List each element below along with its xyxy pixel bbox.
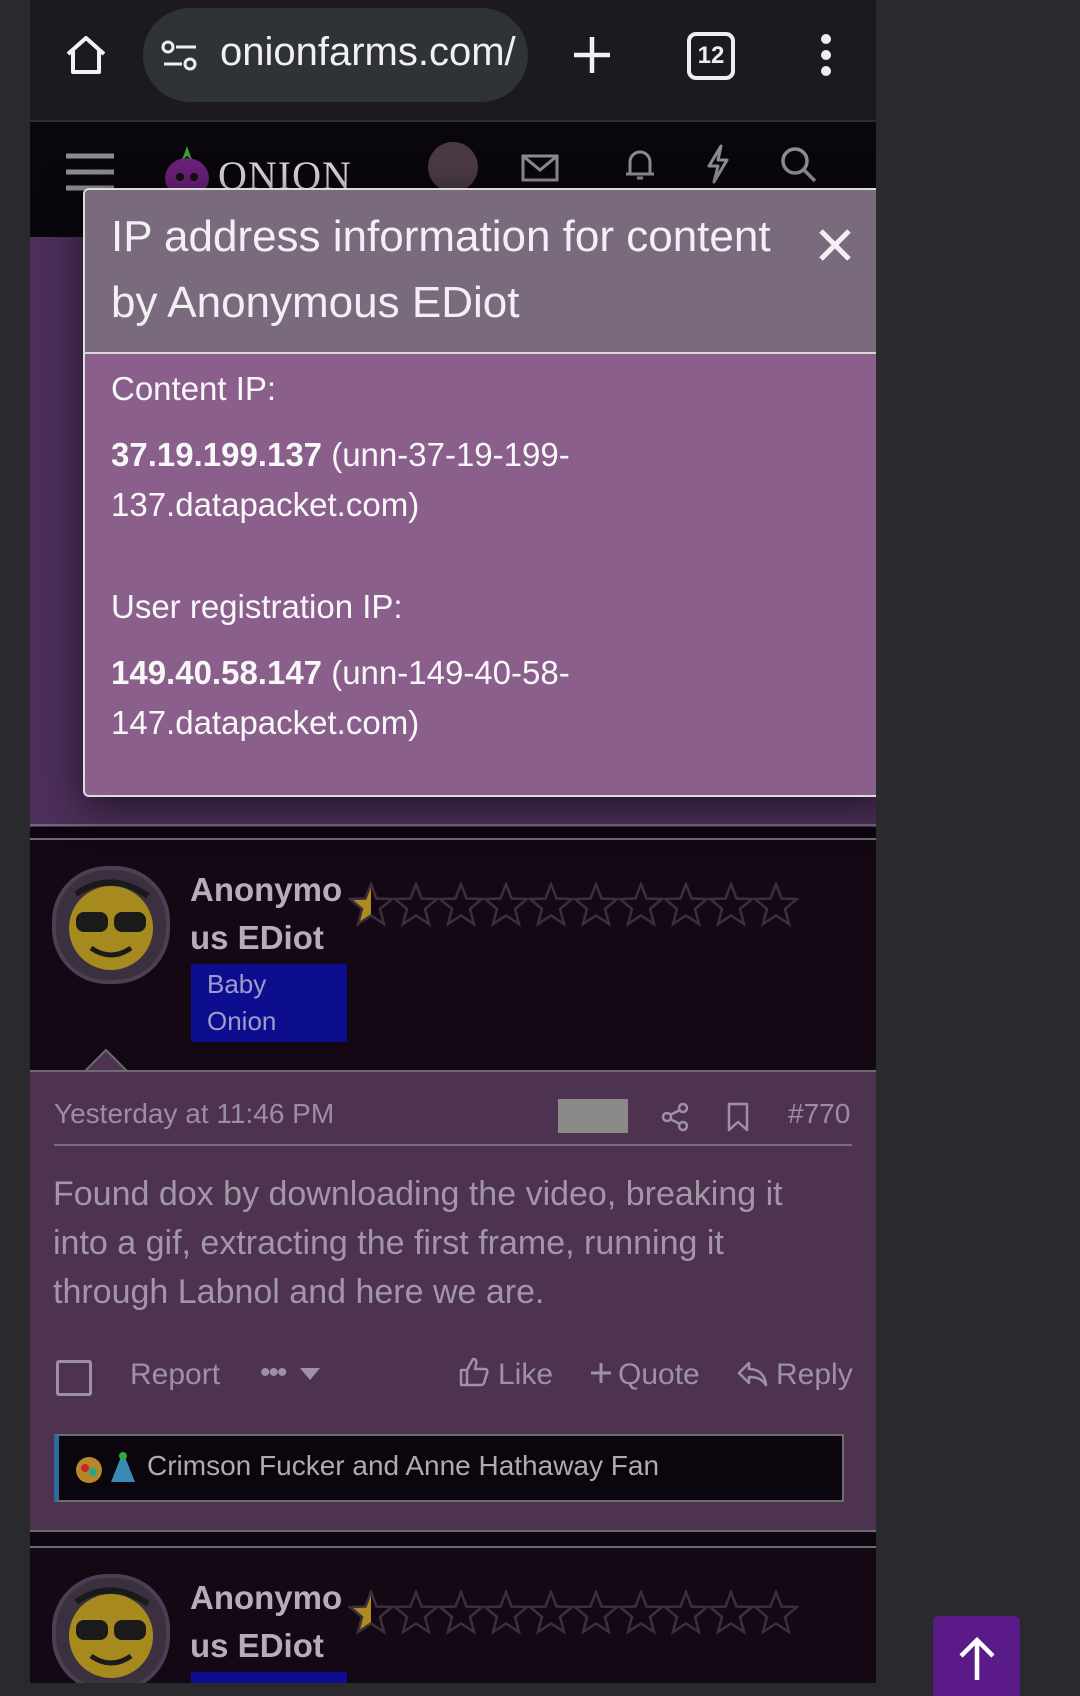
star-icon <box>483 1590 529 1635</box>
divider <box>30 1530 876 1532</box>
bookmark-icon[interactable] <box>724 1100 752 1134</box>
post-number[interactable]: #770 <box>788 1098 850 1130</box>
star-icon <box>753 1590 799 1635</box>
star-icon <box>438 1590 484 1635</box>
reply-button[interactable]: Reply <box>776 1358 853 1392</box>
registration-ip: 149.40.58.147 <box>111 654 323 691</box>
registration-ip-label: User registration IP: <box>111 588 403 625</box>
quote-button[interactable]: Quote <box>618 1358 700 1392</box>
star-icon <box>573 882 619 927</box>
tab-count: 12 <box>687 32 735 80</box>
rating-stars <box>348 1590 799 1636</box>
content-ip: 37.19.199.137 <box>111 436 323 473</box>
side-margin <box>876 0 1080 1683</box>
username[interactable]: us EDiot <box>190 1622 324 1670</box>
star-icon <box>528 882 574 927</box>
star-icon <box>573 1590 619 1635</box>
chevron-down-icon[interactable] <box>300 1368 320 1380</box>
meta-divider <box>54 1144 852 1146</box>
badge-line: Onion <box>207 1006 277 1036</box>
redacted-block <box>558 1099 628 1133</box>
star-icon <box>348 1590 394 1635</box>
tab-switcher-icon[interactable]: 12 <box>683 28 739 84</box>
reply-icon[interactable] <box>736 1360 768 1388</box>
star-icon <box>753 882 799 927</box>
star-icon <box>483 882 529 927</box>
post-text: Found dox by downloading the video, brea… <box>53 1175 783 1311</box>
share-icon[interactable] <box>658 1100 692 1134</box>
dialog-title: IP address information for content by An… <box>111 212 771 327</box>
star-icon <box>393 1590 439 1635</box>
username[interactable]: us EDiot <box>190 914 324 962</box>
star-icon <box>438 882 484 927</box>
ip-info-dialog: IP address information for content by An… <box>83 188 876 797</box>
user-title-badge: Baby Onion <box>191 964 347 1042</box>
home-icon[interactable] <box>60 28 112 80</box>
scroll-to-top-button[interactable] <box>933 1616 1020 1696</box>
inbox-icon[interactable] <box>520 148 560 188</box>
browser-toolbar: onionfarms.com/ 12 <box>30 0 876 122</box>
avatar[interactable] <box>428 142 478 192</box>
username[interactable]: Anonymo <box>190 866 342 914</box>
star-icon <box>663 1590 709 1635</box>
user-title-badge <box>191 1672 347 1683</box>
post-user-block: Anonymo us EDiot Baby Onion <box>30 840 876 1070</box>
reactions-bar[interactable]: Crimson Fucker and Anne Hathaway Fan <box>54 1434 844 1502</box>
arrow-notch <box>84 1048 128 1072</box>
star-icon <box>528 1590 574 1635</box>
star-icon <box>663 882 709 927</box>
new-tab-icon[interactable] <box>567 30 617 80</box>
search-icon[interactable] <box>778 144 818 184</box>
post-body: Yesterday at 11:46 PM #770 Found dox by … <box>30 1048 876 1530</box>
avatar[interactable] <box>52 866 170 984</box>
bell-icon[interactable] <box>620 144 660 184</box>
post-timestamp[interactable]: Yesterday at 11:46 PM <box>54 1098 334 1130</box>
registration-ip-line: 149.40.58.147 (unn-149-40-58-147.datapac… <box>111 648 731 748</box>
dialog-header: IP address information for content by An… <box>85 190 876 354</box>
star-icon <box>393 882 439 927</box>
star-icon <box>618 1590 664 1635</box>
post-user-block: Anonymo us EDiot <box>30 1548 876 1683</box>
avatar[interactable] <box>52 1574 170 1683</box>
menu-icon[interactable] <box>64 152 116 192</box>
star-icon <box>348 882 394 927</box>
reaction-icons <box>76 1452 135 1483</box>
reactions-text[interactable]: Crimson Fucker and Anne Hathaway Fan <box>147 1450 659 1482</box>
content-ip-line: 37.19.199.137 (unn-37-19-199-137.datapac… <box>111 430 731 530</box>
star-icon <box>618 882 664 927</box>
divider <box>30 1070 876 1072</box>
close-icon[interactable] <box>810 220 860 270</box>
plus-icon[interactable] <box>590 1362 612 1384</box>
more-options-icon[interactable]: ••• <box>260 1356 287 1390</box>
report-link[interactable]: Report <box>130 1358 220 1392</box>
site-settings-icon[interactable] <box>160 36 200 76</box>
username[interactable]: Anonymo <box>190 1574 342 1622</box>
arrow-up-icon <box>958 1636 995 1680</box>
content-ip-label: Content IP: <box>111 370 277 407</box>
bolt-icon[interactable] <box>698 144 738 184</box>
star-icon <box>708 1590 754 1635</box>
select-checkbox[interactable] <box>56 1360 92 1396</box>
divider <box>30 824 876 826</box>
url-text[interactable]: onionfarms.com/ <box>220 30 516 75</box>
rating-stars <box>348 882 799 928</box>
address-bar[interactable]: onionfarms.com/ <box>143 8 528 102</box>
more-vert-icon[interactable] <box>816 30 836 80</box>
star-icon <box>708 882 754 927</box>
badge-line: Baby <box>207 969 267 999</box>
phone-screen: onionfarms.com/ 12 ONION Anonymo us EDio… <box>30 0 876 1683</box>
like-button[interactable]: Like <box>498 1358 553 1392</box>
thumbs-up-icon[interactable] <box>458 1356 490 1388</box>
